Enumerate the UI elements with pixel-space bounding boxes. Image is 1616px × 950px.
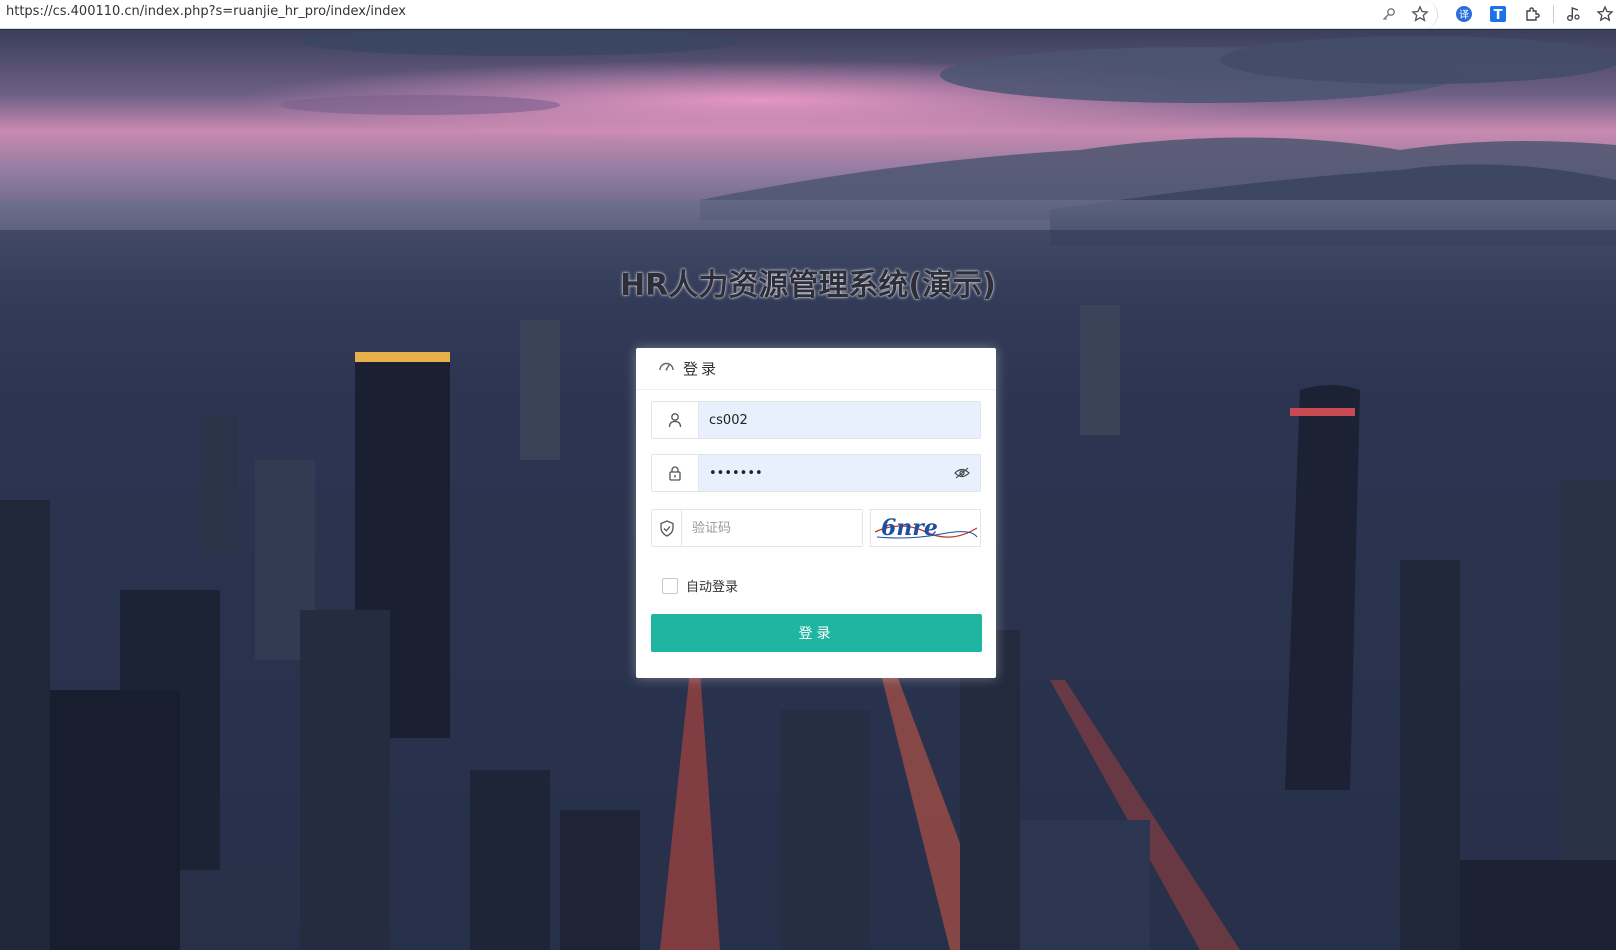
svg-text:T: T	[1494, 8, 1503, 23]
svg-text:译: 译	[1459, 9, 1469, 21]
username-field	[651, 401, 981, 439]
extension-t-icon[interactable]: T	[1487, 3, 1509, 25]
dashboard-gauge-icon	[658, 358, 675, 379]
password-input[interactable]	[699, 455, 980, 491]
login-button[interactable]: 登录	[651, 614, 982, 652]
toolbar-separator	[1553, 5, 1554, 23]
username-input[interactable]	[699, 402, 980, 438]
auto-login-checkbox[interactable]	[662, 577, 678, 594]
favorites-icon[interactable]	[1594, 3, 1616, 25]
captcha-input[interactable]	[682, 510, 862, 546]
auto-login-option[interactable]: 自动登录	[662, 576, 738, 595]
login-panel-title: 登录	[683, 360, 720, 378]
login-panel: 登录 6nre 自动登录 登录	[636, 348, 996, 678]
captcha-text: 6nre	[881, 515, 938, 541]
extension-translate-icon[interactable]: 译	[1453, 3, 1475, 25]
puzzle-icon[interactable]	[1522, 3, 1544, 25]
captcha-field	[651, 509, 863, 547]
lock-icon	[652, 455, 699, 491]
shield-icon	[652, 510, 682, 546]
key-icon[interactable]	[1378, 3, 1400, 25]
media-icon[interactable]	[1562, 3, 1584, 25]
show-password-eye-icon[interactable]	[952, 464, 972, 482]
page-title: HR人力资源管理系统(演示)	[620, 268, 996, 303]
address-bar-url[interactable]: https://cs.400110.cn/index.php?s=ruanjie…	[6, 4, 406, 19]
captcha-image[interactable]: 6nre	[870, 509, 981, 547]
password-field	[651, 454, 981, 492]
user-icon	[652, 402, 699, 438]
browser-toolbar: https://cs.400110.cn/index.php?s=ruanjie…	[0, 0, 1616, 29]
login-panel-header: 登录	[636, 348, 996, 390]
star-icon[interactable]	[1409, 3, 1431, 25]
auto-login-label: 自动登录	[686, 580, 739, 595]
